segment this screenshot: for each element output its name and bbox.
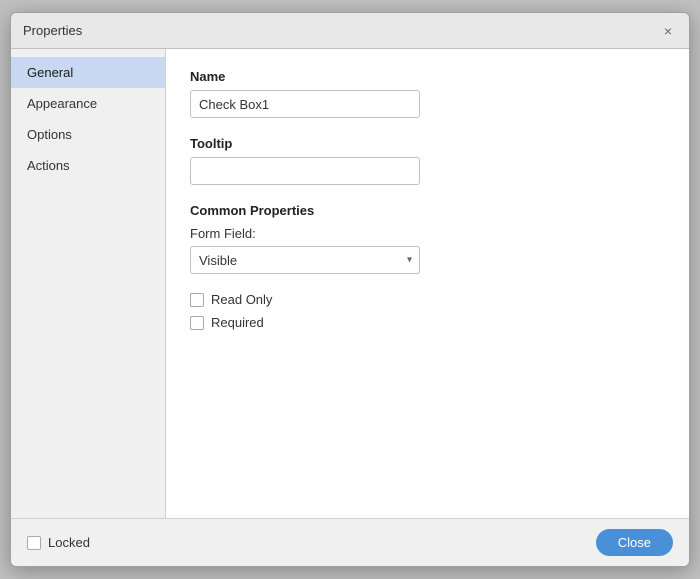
name-field-group: Name	[190, 69, 665, 118]
title-bar: Properties ×	[11, 13, 689, 49]
tooltip-input[interactable]	[190, 157, 420, 185]
sidebar-item-appearance[interactable]: Appearance	[11, 88, 165, 119]
close-x-icon: ×	[664, 23, 672, 39]
dialog-footer: Locked Close	[11, 518, 689, 566]
locked-checkbox[interactable]	[27, 536, 41, 550]
required-label[interactable]: Required	[211, 315, 264, 330]
sidebar-item-options[interactable]: Options	[11, 119, 165, 150]
main-content: Name Tooltip Common Properties Form Fiel…	[166, 49, 689, 518]
sidebar-item-general[interactable]: General	[11, 57, 165, 88]
read-only-checkbox[interactable]	[190, 293, 204, 307]
read-only-label[interactable]: Read Only	[211, 292, 272, 307]
sidebar: General Appearance Options Actions	[11, 49, 166, 518]
dialog-body: General Appearance Options Actions Name …	[11, 49, 689, 518]
form-field-select[interactable]: Visible Hidden No Print No View	[190, 246, 420, 274]
tooltip-field-group: Tooltip	[190, 136, 665, 185]
properties-dialog: Properties × General Appearance Options …	[10, 12, 690, 567]
tooltip-label: Tooltip	[190, 136, 665, 151]
title-close-button[interactable]: ×	[659, 22, 677, 40]
read-only-row: Read Only	[190, 292, 665, 307]
locked-label[interactable]: Locked	[48, 535, 90, 550]
required-checkbox[interactable]	[190, 316, 204, 330]
common-properties-group: Common Properties Form Field: Visible Hi…	[190, 203, 665, 274]
name-label: Name	[190, 69, 665, 84]
required-row: Required	[190, 315, 665, 330]
name-input[interactable]	[190, 90, 420, 118]
common-properties-title: Common Properties	[190, 203, 665, 218]
form-field-select-wrapper: Visible Hidden No Print No View ▾	[190, 246, 420, 274]
close-dialog-button[interactable]: Close	[596, 529, 673, 556]
form-field-label: Form Field:	[190, 226, 665, 241]
dialog-title: Properties	[23, 23, 82, 38]
locked-row: Locked	[27, 535, 90, 550]
sidebar-item-actions[interactable]: Actions	[11, 150, 165, 181]
